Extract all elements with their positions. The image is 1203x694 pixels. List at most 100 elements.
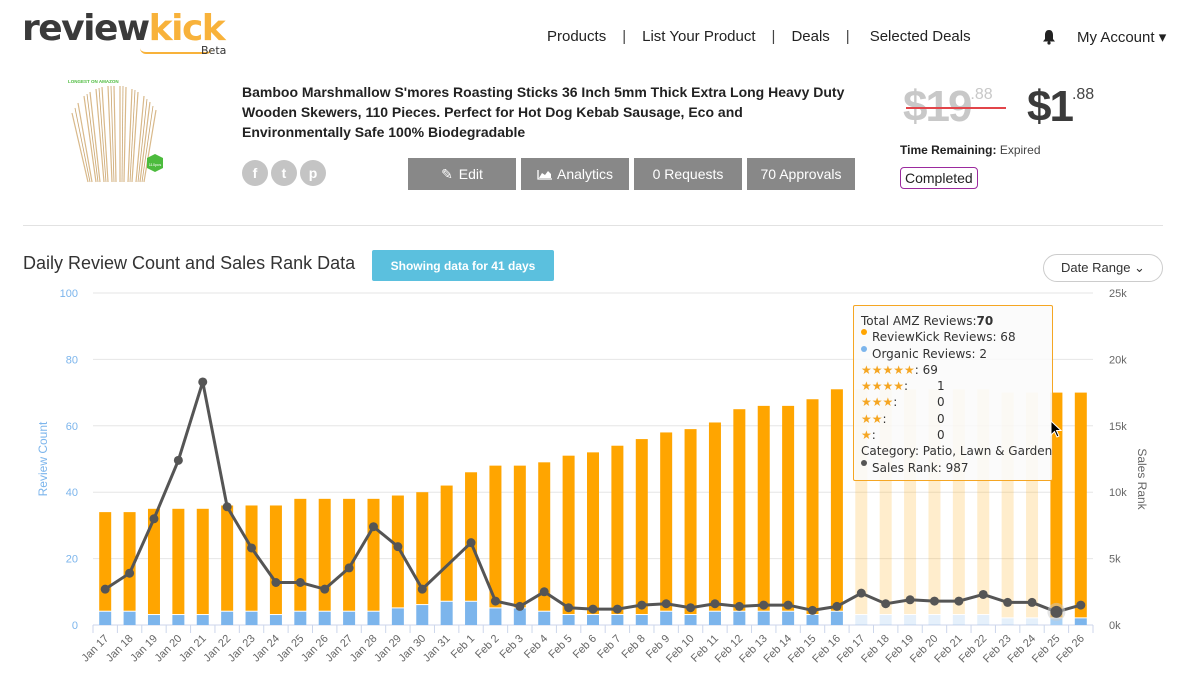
- nav-separator: |: [622, 28, 627, 45]
- sales-rank-point: [783, 600, 793, 610]
- x-tick-label: Feb 5: [546, 633, 574, 661]
- x-tick-label: Feb 4: [522, 633, 550, 661]
- organic-bar: [587, 615, 599, 625]
- organic-bar: [782, 611, 795, 625]
- tooltip-total-value: 70: [976, 314, 994, 328]
- nav-products[interactable]: Products: [547, 28, 606, 45]
- organic-bar: [635, 615, 648, 625]
- sales-rank-point: [661, 599, 671, 609]
- sales-rank-point: [393, 542, 403, 552]
- organic-bar: [611, 615, 624, 625]
- main-nav: Products | List Your Product | Deals | S…: [547, 28, 971, 45]
- nav-selected-deals[interactable]: Selected Deals: [870, 28, 971, 45]
- organic-bar: [465, 601, 478, 625]
- reviewkick-bar: [782, 405, 795, 611]
- tooltip-reviewkick: ReviewKick Reviews: 68: [872, 330, 1016, 345]
- x-tick-label: Feb 8: [620, 633, 648, 661]
- date-range-button[interactable]: Date Range ⌄: [1043, 254, 1163, 282]
- status-badge: Completed: [900, 167, 978, 189]
- edit-label: Edit: [458, 166, 483, 182]
- analytics-label: Analytics: [556, 166, 614, 182]
- organic-bar: [245, 611, 258, 625]
- organic-bar: [440, 601, 453, 625]
- nav-list-your-product[interactable]: List Your Product: [642, 28, 755, 45]
- organic-bar: [1026, 618, 1039, 625]
- tooltip-total-label: Total AMZ Reviews:: [861, 314, 977, 328]
- organic-bar: [172, 615, 185, 625]
- price-strikethrough: [906, 107, 1006, 109]
- area-chart-icon: [537, 169, 552, 180]
- y-tick-label: 80: [66, 354, 78, 366]
- reviewkick-bar: [830, 389, 843, 611]
- y2-tick-label: 25k: [1109, 288, 1127, 300]
- reviewkick-bar: [99, 512, 112, 611]
- x-tick-label: Feb 2: [473, 633, 501, 661]
- sales-rank-point: [905, 595, 915, 605]
- y2-tick-label: 10k: [1109, 487, 1127, 499]
- my-account-dropdown[interactable]: My Account ▾: [1077, 28, 1166, 46]
- sales-rank-point: [832, 601, 842, 611]
- four-star-icon: ★★★★: [861, 379, 905, 394]
- reviewkick-bar: [611, 445, 624, 615]
- requests-button[interactable]: 0 Requests: [634, 158, 742, 190]
- analytics-button[interactable]: Analytics: [521, 158, 629, 190]
- organic-bar: [147, 615, 160, 625]
- brand-logo[interactable]: reviewkick Beta: [22, 8, 226, 57]
- facebook-icon[interactable]: f: [242, 160, 268, 186]
- tooltip-category: Category: Patio, Lawn & Garden: [861, 444, 1053, 459]
- reviewkick-bar: [562, 455, 575, 615]
- bell-icon[interactable]: [1042, 29, 1056, 45]
- organic-bar: [806, 615, 819, 625]
- four-star-count: 1: [937, 379, 945, 394]
- reviewkick-bar: [221, 505, 234, 611]
- organic-bar: [489, 608, 502, 625]
- organic-bar: [855, 615, 868, 625]
- sales-rank-point: [1027, 597, 1037, 607]
- organic-bar: [391, 608, 404, 625]
- sales-rank-point: [222, 502, 232, 512]
- reviewkick-bar: [367, 498, 380, 611]
- twitter-icon[interactable]: t: [271, 160, 297, 186]
- organic-bar: [757, 611, 770, 625]
- edit-button[interactable]: ✎ Edit: [408, 158, 516, 190]
- reviewkick-bar: [635, 439, 648, 615]
- sales-rank-point: [588, 604, 598, 614]
- sales-rank-point: [564, 603, 574, 613]
- sales-rank-point: [173, 455, 183, 465]
- sales-rank-point: [954, 596, 964, 606]
- two-star-icon: ★★: [861, 411, 883, 426]
- reviewkick-bar: [757, 405, 770, 611]
- sales-rank-point: [759, 600, 769, 610]
- organic-bar: [977, 615, 990, 625]
- organic-bar: [1074, 618, 1087, 625]
- product-image[interactable]: LONGEST ON AMAZON 110pcs: [62, 78, 174, 184]
- product-image-caption: LONGEST ON AMAZON: [68, 79, 119, 84]
- organic-bar: [294, 611, 307, 625]
- y-tick-label: 0: [72, 620, 78, 632]
- reviewkick-bar: [245, 505, 258, 611]
- days-badge[interactable]: Showing data for 41 days: [372, 250, 554, 281]
- organic-bar: [221, 611, 234, 625]
- x-tick-label: Feb 6: [571, 633, 599, 661]
- one-star-count: 0: [937, 428, 945, 443]
- pinterest-icon[interactable]: p: [300, 160, 326, 186]
- product-title: Bamboo Marshmallow S'mores Roasting Stic…: [242, 84, 845, 140]
- nav-deals[interactable]: Deals: [791, 28, 829, 45]
- organic-bar: [660, 611, 673, 625]
- mouse-cursor-icon: [1050, 420, 1063, 438]
- organic-bar: [343, 611, 356, 625]
- rank-dot-icon: [861, 459, 867, 466]
- sales-rank-point: [271, 578, 281, 588]
- sales-rank-point: [539, 587, 549, 597]
- y-tick-label: 20: [66, 554, 78, 566]
- sales-rank-point: [710, 599, 720, 609]
- sales-rank-point: [1003, 597, 1013, 607]
- approvals-button[interactable]: 70 Approvals: [747, 158, 855, 190]
- organic-bar: [99, 611, 112, 625]
- reviewkick-bar: [318, 498, 331, 611]
- sales-rank-point: [808, 605, 818, 615]
- sales-rank-point: [978, 589, 988, 599]
- sales-rank-point: [466, 538, 476, 548]
- organic-bar: [708, 611, 721, 625]
- sales-rank-point: [637, 600, 647, 610]
